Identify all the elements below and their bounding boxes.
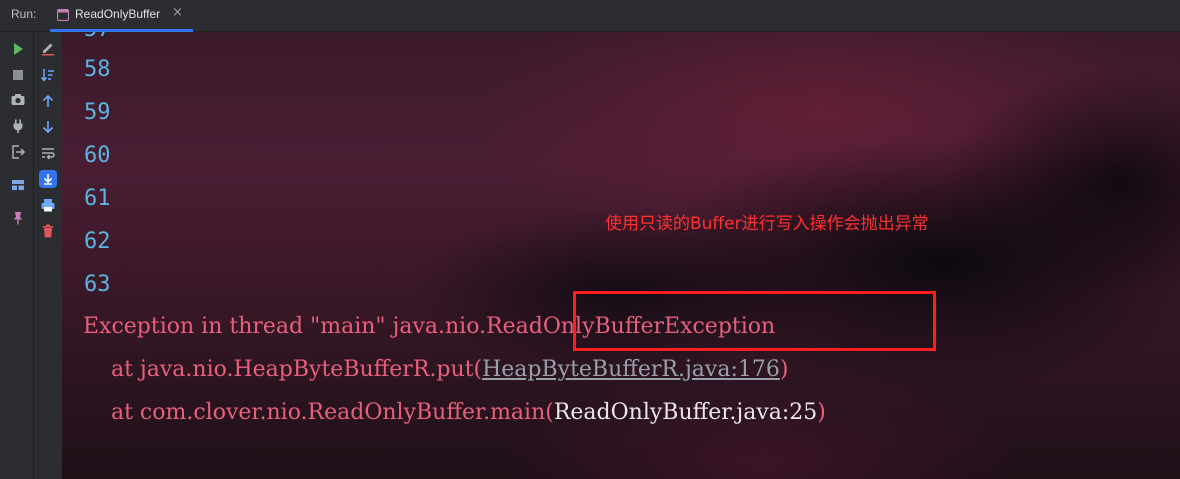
stack-frame-close: ) (817, 400, 826, 425)
run-tool-window-header: Run: ReadOnlyBuffer × (0, 0, 1180, 32)
stack-trace-line: at java.nio.HeapByteBufferR.put(HeapByte… (83, 357, 789, 382)
edit-icon[interactable] (40, 40, 56, 56)
scroll-to-end-icon[interactable] (38, 169, 58, 189)
rerun-icon[interactable] (10, 41, 26, 57)
sort-icon[interactable] (40, 67, 56, 83)
camera-icon[interactable] (10, 92, 26, 108)
source-link[interactable]: ReadOnlyBuffer.java:25 (554, 400, 817, 425)
arrow-down-icon[interactable] (40, 119, 56, 135)
run-actions-toolbar (0, 32, 34, 479)
console-line-number: 61 (84, 186, 111, 211)
console-line-number: 62 (84, 229, 111, 254)
console-actions-toolbar (34, 32, 62, 479)
console-line-number: 59 (84, 100, 111, 125)
soft-wrap-icon[interactable] (40, 145, 56, 161)
stack-frame-text: at com.clover.nio.ReadOnlyBuffer.main( (83, 400, 554, 425)
exception-prefix: Exception in thread "main" java.nio. (83, 314, 487, 339)
console-line-partial: 57 (84, 32, 111, 42)
run-label: Run: (11, 7, 37, 21)
console-tab-icon (57, 9, 69, 21)
arrow-up-icon[interactable] (40, 93, 56, 109)
attach-debugger-icon[interactable] (10, 118, 26, 134)
layout-icon[interactable] (10, 177, 26, 193)
console-output[interactable]: 57 58 59 60 61 62 63 Exception in thread… (62, 32, 1180, 479)
stack-trace-line: at com.clover.nio.ReadOnlyBuffer.main(Re… (83, 400, 826, 425)
annotation-text: 使用只读的Buffer进行写入操作会抛出异常 (605, 214, 929, 234)
print-icon[interactable] (40, 197, 56, 213)
stop-icon[interactable] (10, 67, 26, 83)
console-line-number: 58 (84, 57, 111, 82)
console-line-number: 63 (84, 272, 111, 297)
exit-icon[interactable] (10, 144, 26, 160)
tab-title: ReadOnlyBuffer (75, 7, 161, 21)
console-line-number: 60 (84, 143, 111, 168)
stack-frame-text: at java.nio.HeapByteBufferR.put( (83, 357, 483, 382)
pin-icon[interactable] (10, 210, 26, 226)
highlight-box (573, 291, 936, 351)
tab-close-icon[interactable]: × (172, 5, 183, 20)
source-link[interactable]: HeapByteBufferR.java:176 (482, 357, 780, 382)
delete-icon[interactable] (40, 223, 56, 239)
stack-frame-close: ) (779, 357, 789, 382)
tab-readonlybuffer[interactable]: ReadOnlyBuffer × (50, 0, 193, 32)
